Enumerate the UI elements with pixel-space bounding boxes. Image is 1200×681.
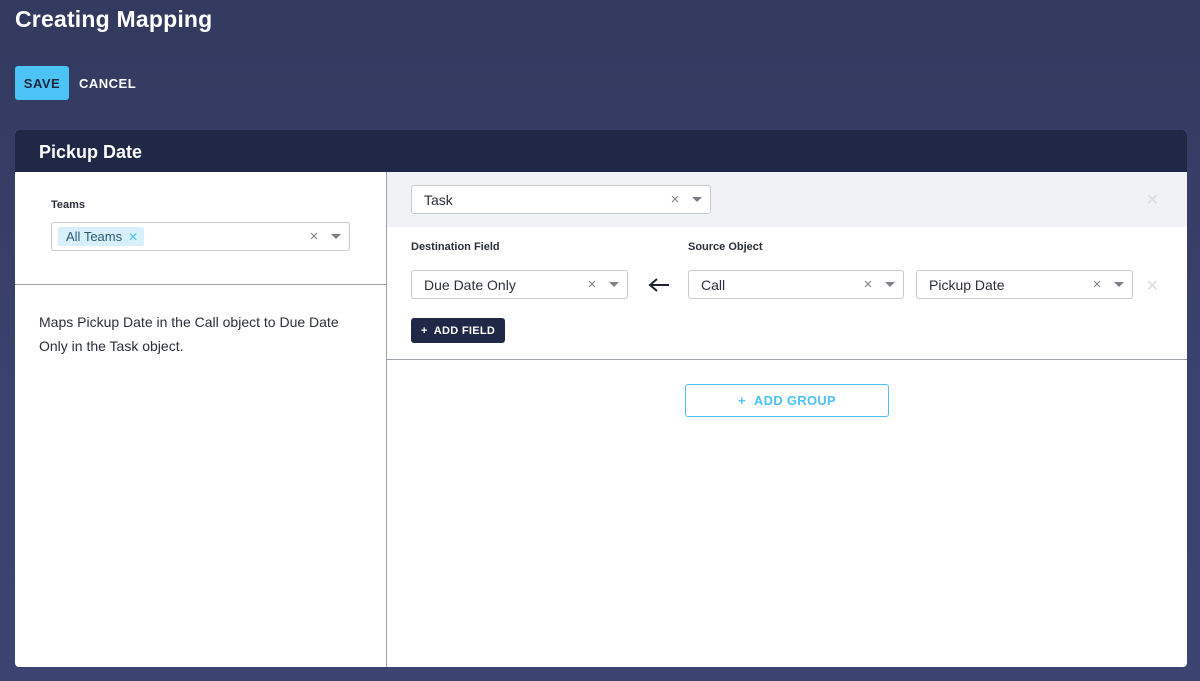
clear-icon[interactable]: × bbox=[666, 191, 684, 208]
save-button[interactable]: SAVE bbox=[15, 66, 69, 100]
clear-icon[interactable]: × bbox=[583, 276, 601, 293]
add-group-button[interactable]: + ADD GROUP bbox=[685, 384, 889, 417]
left-pane: Teams All Teams ✕ × Maps Pickup Date in … bbox=[15, 172, 387, 667]
chevron-down-icon[interactable] bbox=[323, 234, 349, 239]
destination-field-value: Due Date Only bbox=[424, 276, 516, 293]
add-field-button[interactable]: + ADD FIELD bbox=[411, 318, 506, 343]
clear-icon[interactable]: × bbox=[859, 276, 877, 293]
clear-icon[interactable]: × bbox=[1088, 276, 1106, 293]
teams-section: Teams All Teams ✕ × bbox=[15, 172, 386, 285]
add-field-label: ADD FIELD bbox=[433, 324, 496, 337]
plus-icon: + bbox=[737, 393, 746, 408]
remove-field-icon[interactable]: ✕ bbox=[1146, 276, 1159, 296]
mapping-description: Maps Pickup Date in the Call object to D… bbox=[39, 314, 339, 354]
team-chip-label: All Teams bbox=[66, 229, 123, 244]
teams-select[interactable]: All Teams ✕ × bbox=[51, 222, 350, 251]
card-title: Pickup Date bbox=[15, 130, 1187, 172]
source-object-select[interactable]: Call × bbox=[688, 270, 904, 299]
chevron-down-icon[interactable] bbox=[601, 282, 627, 287]
right-pane: Task × ✕ Destination Field Source Object… bbox=[387, 172, 1187, 667]
group-header: Task × ✕ bbox=[387, 172, 1187, 227]
team-chip: All Teams ✕ bbox=[58, 227, 145, 246]
chip-remove-icon[interactable]: ✕ bbox=[128, 230, 138, 244]
chevron-down-icon[interactable] bbox=[1106, 282, 1132, 287]
destination-field-select[interactable]: Due Date Only × bbox=[411, 270, 628, 299]
remove-group-icon[interactable]: ✕ bbox=[1146, 190, 1159, 210]
destination-object-value: Task bbox=[424, 191, 453, 208]
teams-select-value: All Teams ✕ bbox=[58, 227, 305, 246]
chevron-down-icon[interactable] bbox=[877, 282, 903, 287]
destination-object-select[interactable]: Task × bbox=[411, 185, 711, 214]
arrow-left-icon bbox=[645, 270, 673, 299]
mapping-card: Pickup Date Teams All Teams ✕ × Maps Pic… bbox=[15, 130, 1187, 667]
source-field-value: Pickup Date bbox=[929, 276, 1005, 293]
mapping-group: Task × ✕ Destination Field Source Object… bbox=[387, 172, 1187, 360]
page-title: Creating Mapping bbox=[15, 6, 213, 32]
source-object-value: Call bbox=[701, 276, 726, 293]
destination-field-label: Destination Field bbox=[411, 241, 500, 253]
clear-icon[interactable]: × bbox=[305, 228, 323, 245]
source-field-select[interactable]: Pickup Date × bbox=[916, 270, 1133, 299]
add-group-label: ADD GROUP bbox=[753, 393, 837, 408]
source-object-label: Source Object bbox=[688, 241, 763, 253]
plus-icon: + bbox=[421, 324, 428, 337]
teams-label: Teams bbox=[51, 199, 86, 211]
cancel-button[interactable]: CANCEL bbox=[79, 66, 136, 100]
chevron-down-icon[interactable] bbox=[684, 197, 710, 202]
